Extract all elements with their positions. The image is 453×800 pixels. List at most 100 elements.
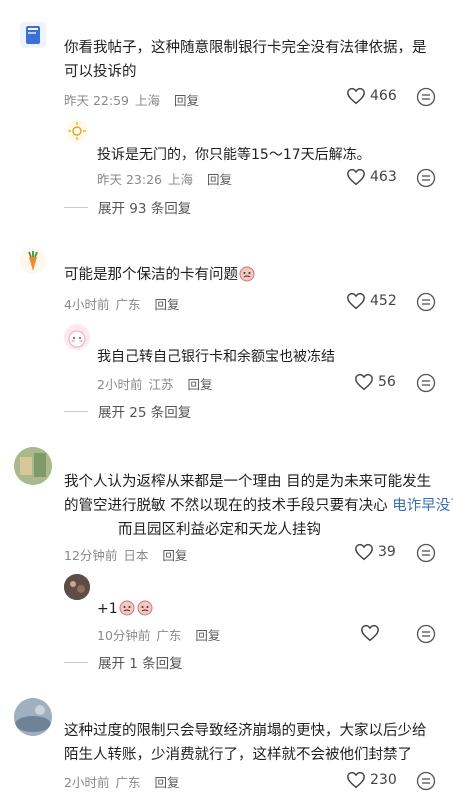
- photo-avatar-icon: [64, 574, 90, 600]
- comment-line: 可以投诉的: [64, 64, 137, 80]
- timestamp: 2小时前: [64, 775, 110, 790]
- cartoon-avatar-icon: [68, 330, 86, 348]
- heart-icon: [347, 771, 365, 789]
- reply-meta: 10分钟前 广东 回复: [97, 625, 226, 644]
- like-button[interactable]: 56: [354, 373, 396, 391]
- more-button[interactable]: [416, 168, 436, 192]
- like-count: 56: [378, 374, 396, 390]
- avatar[interactable]: [66, 120, 88, 142]
- more-button[interactable]: [416, 373, 436, 397]
- more-button[interactable]: [416, 543, 436, 567]
- comment-meta: 2小时前 广东 回复: [64, 772, 185, 791]
- more-dots-icon: [416, 543, 436, 563]
- book-avatar-icon: [26, 26, 40, 44]
- heart-icon: [355, 543, 373, 561]
- comment-text: 你看我帖子，这种随意限制银行卡完全没有法律依据，是 可以投诉的: [64, 36, 427, 84]
- divider: [64, 410, 88, 412]
- like-count: 230: [370, 772, 397, 788]
- like-button[interactable]: 466: [346, 87, 397, 105]
- comment-line: 可能是那个保洁的卡有问题: [64, 267, 238, 283]
- comment-meta: 昨天 22:59 上海 回复: [64, 90, 205, 109]
- location: 江苏: [148, 377, 174, 392]
- divider: [64, 661, 88, 663]
- avatar[interactable]: [64, 574, 90, 600]
- reply-button[interactable]: 回复: [162, 548, 187, 563]
- like-count: 452: [370, 293, 397, 309]
- avatar[interactable]: [14, 447, 52, 485]
- reply-button[interactable]: 回复: [174, 93, 199, 108]
- reply-button[interactable]: 回复: [187, 377, 212, 392]
- divider: [64, 206, 88, 208]
- like-button[interactable]: 452: [346, 292, 397, 310]
- like-button[interactable]: 39: [354, 543, 396, 561]
- location: 广东: [115, 297, 141, 312]
- comment-line: 我个人认为返榨从来都是一个理由 目的是为未来可能发生: [64, 474, 432, 490]
- like-button[interactable]: [360, 624, 384, 642]
- timestamp: 4小时前: [64, 297, 110, 312]
- more-dots-icon: [416, 292, 436, 312]
- reply-button[interactable]: 回复: [195, 628, 220, 643]
- sun-avatar-icon: [68, 122, 86, 140]
- heart-icon: [347, 292, 365, 310]
- location: 上海: [135, 93, 161, 108]
- timestamp: 昨天 23:26: [97, 172, 162, 187]
- like-button[interactable]: 230: [346, 771, 397, 789]
- more-dots-icon: [416, 771, 436, 791]
- comment-line: 这种过度的限制只会导致经济崩塌的更快，大家以后少给: [64, 723, 427, 739]
- location: 上海: [168, 172, 194, 187]
- expand-label: 展开 25 条回复: [98, 405, 192, 421]
- more-button[interactable]: [416, 87, 436, 111]
- crying-emoji-icon: [239, 266, 255, 282]
- avatar[interactable]: [64, 324, 90, 350]
- timestamp: 10分钟前: [97, 628, 151, 643]
- more-dots-icon: [416, 373, 436, 393]
- expand-replies-button[interactable]: 展开 1 条回复: [64, 652, 183, 672]
- reply-button[interactable]: 回复: [154, 297, 179, 312]
- avatar[interactable]: [14, 698, 52, 736]
- reply-text: 投诉是无门的，你只能等15～17天后解冻。: [97, 147, 371, 163]
- location: 广东: [115, 775, 141, 790]
- comment-text: 我个人认为返榨从来都是一个理由 目的是为未来可能发生 的管空进行脱敏 不然以现在…: [64, 470, 453, 514]
- comment-line: 而且园区利益必定和天龙人挂钩: [118, 522, 321, 538]
- reply-meta: 2小时前 江苏 回复: [97, 374, 218, 393]
- search-link[interactable]: 电诈早没了: [392, 498, 453, 514]
- more-dots-icon: [416, 87, 436, 107]
- reply-meta: 昨天 23:26 上海 回复: [97, 169, 238, 188]
- like-count: 466: [370, 88, 397, 104]
- avatar[interactable]: [20, 248, 46, 274]
- reply-button[interactable]: 回复: [207, 172, 232, 187]
- reply-button[interactable]: 回复: [154, 775, 179, 790]
- crying-emoji-icon: [119, 600, 135, 616]
- like-count: 39: [378, 544, 396, 560]
- photo-avatar-icon: [14, 447, 52, 485]
- more-button[interactable]: [416, 771, 436, 795]
- expand-label: 展开 1 条回复: [98, 656, 183, 672]
- like-count: 463: [370, 169, 397, 185]
- comment-line: 陌生人转账，少消费就行了，这样就不会被他们封禁了: [64, 747, 412, 763]
- location: 广东: [156, 628, 182, 643]
- avatar[interactable]: [20, 22, 46, 48]
- comment-line: +1: [97, 601, 118, 617]
- comment-line: 的管空进行脱敏 不然以现在的技术手段只要有决心: [64, 498, 393, 514]
- expand-replies-button[interactable]: 展开 25 条回复: [64, 401, 191, 421]
- location: 日本: [123, 548, 149, 563]
- crying-emoji-icon: [137, 600, 153, 616]
- timestamp: 12分钟前: [64, 548, 118, 563]
- heart-icon: [347, 87, 365, 105]
- heart-icon: [355, 373, 373, 391]
- expand-label: 展开 93 条回复: [98, 201, 192, 217]
- carrot-avatar-icon: [28, 251, 38, 271]
- comment-meta: 12分钟前 日本 回复: [64, 545, 193, 564]
- reply-text: +1: [97, 597, 154, 621]
- heart-icon: [347, 168, 365, 186]
- more-dots-icon: [416, 624, 436, 644]
- timestamp: 2小时前: [97, 377, 143, 392]
- expand-replies-button[interactable]: 展开 93 条回复: [64, 197, 191, 217]
- reply-text: 我自己转自己银行卡和余额宝也被冻结: [97, 349, 335, 365]
- more-button[interactable]: [416, 292, 436, 316]
- comment-text: 这种过度的限制只会导致经济崩塌的更快，大家以后少给 陌生人转账，少消费就行了，这…: [64, 719, 427, 767]
- like-button[interactable]: 463: [346, 168, 397, 186]
- more-button[interactable]: [416, 624, 436, 648]
- comment-text: 可能是那个保洁的卡有问题: [64, 263, 256, 287]
- timestamp: 昨天 22:59: [64, 93, 129, 108]
